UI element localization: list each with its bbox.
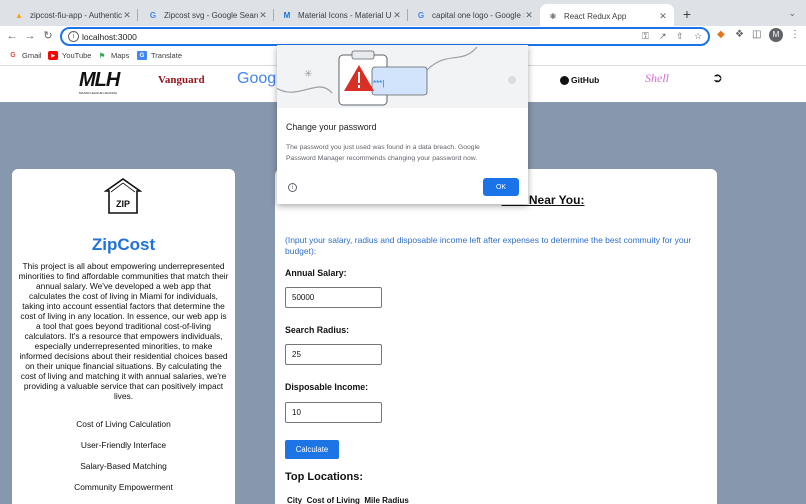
tab-zipcost-svg[interactable]: G Zipcost svg - Google Search ✕ [140,4,274,26]
ok-button[interactable]: OK [483,178,519,196]
zip-icon-text: ZIP [116,199,130,209]
bookmark-translate[interactable]: G Translate [137,51,182,60]
gmail-icon: G [10,52,16,59]
address-bar[interactable]: i ⚿ ↗ ⇧ ☆ [60,27,710,46]
logout-icon[interactable]: ➲ [712,70,723,86]
side-panel-icon[interactable]: ◫ [752,29,761,40]
close-icon[interactable]: ✕ [258,10,268,21]
bookmark-label: Gmail [22,51,42,60]
password-breach-dialog: ***| ✳ Change your password The password… [277,45,528,204]
avatar[interactable]: M [769,28,783,42]
chevron-down-icon[interactable]: ⌄ [788,8,796,19]
mlh-logo-text: MLH [79,69,120,91]
calculate-button[interactable]: Calculate [285,440,339,459]
bookmark-label: Maps [111,51,130,60]
youtube-icon: ▶ [48,51,58,60]
react-icon: ⚛ [549,11,557,21]
tab-capital-one[interactable]: G capital one logo - Google Sea ✕ [408,4,540,26]
key-icon[interactable]: ⚿ [642,31,649,42]
bookmark-label: Translate [151,51,182,60]
column-header-radius: Mile Radius [364,496,409,504]
about-text: This project is all about empowering und… [18,261,229,401]
mlh-logo-subtitle: MAJOR LEAGUE HACKING [79,91,118,95]
shell-logo: Shell [645,71,669,85]
new-tab-button[interactable]: + [680,6,694,22]
salary-label: Annual Salary: [285,268,347,278]
translate-icon: G [137,51,147,60]
url-input[interactable] [82,30,502,43]
bookmark-star-icon[interactable]: ☆ [694,31,702,42]
maps-icon: ⚑ [98,52,106,60]
dialog-body: The password you just used was found in … [286,144,480,162]
close-icon[interactable]: ✕ [658,11,668,22]
column-header-cost: Cost of Living [306,496,360,504]
tab-zipcost-auth[interactable]: ▲ zipcost-fiu-app - Authenticati ✕ [6,4,138,26]
material-ui-icon: M [283,10,291,20]
feature-item: User-Friendly Interface [80,440,167,450]
column-header-city: City [287,496,303,504]
reload-button[interactable]: ↻ [40,28,56,44]
radius-input[interactable] [285,344,382,365]
feature-item: Cost of Living Calculation [76,419,171,429]
tab-label: React Redux App [564,11,627,21]
github-logo-text: GitHub [571,75,600,85]
tab-material-icons[interactable]: M Material Icons - Material UI ✕ [274,4,408,26]
info-icon[interactable]: i [288,183,297,192]
tab-label: zipcost-fiu-app - Authenticati [30,10,122,20]
tab-strip: ▲ zipcost-fiu-app - Authenticati ✕ G Zip… [0,0,806,28]
tab-react-redux[interactable]: ⚛ React Redux App ✕ [540,4,674,28]
close-icon[interactable]: ✕ [392,10,402,21]
tab-label: Zipcost svg - Google Search [164,10,258,20]
calculator-card: ities Near You: (Input your salary, radi… [275,169,717,504]
masked-password: ***| [373,79,384,88]
salary-input[interactable] [285,287,382,308]
fire-icon: ▲ [15,10,23,20]
bookmark-youtube[interactable]: ▶ YouTube [48,51,91,60]
google-icon: G [417,10,425,20]
back-button[interactable]: ← [4,28,20,44]
vanguard-logo: Vanguard [158,74,205,86]
more-menu-icon[interactable]: ⋮ [790,29,800,40]
github-logo: GitHub [560,75,599,85]
extensions-icon[interactable]: ❖ [735,29,744,40]
forward-button[interactable]: → [22,28,38,44]
dialog-illustration: ***| ✳ [277,45,528,108]
google-icon: G [149,10,157,20]
close-icon[interactable]: ✕ [122,10,132,21]
feature-item: Salary-Based Matching [80,461,167,471]
bookmark-gmail[interactable]: G Gmail [8,51,42,60]
dialog-title: Change your password [286,122,377,132]
bookmark-maps[interactable]: ⚑ Maps [97,51,129,60]
browser-toolbar: ← → ↻ i ⚿ ↗ ⇧ ☆ ◆ ❖ ◫ M ⋮ [0,26,806,46]
instructions-text: (Input your salary, radius and disposabl… [285,235,692,256]
info-icon[interactable]: i [68,31,79,42]
radius-label: Search Radius: [285,325,350,335]
tab-label: capital one logo - Google Sea [432,10,524,20]
brand-title: ZipCost [91,235,156,254]
locations-table-header: City Cost of Living Mile Radius [287,496,409,504]
password-illustration: ***| ✳ [277,46,516,106]
github-icon [560,75,569,85]
svg-text:✳: ✳ [304,69,312,80]
income-input[interactable] [285,402,382,423]
close-icon[interactable]: ✕ [524,10,534,21]
bookmark-label: YouTube [62,51,92,60]
income-label: Disposable Income: [285,382,369,392]
top-locations-heading: Top Locations: [285,471,364,483]
zip-house-icon: ZIP [104,178,142,214]
share-icon[interactable]: ⇧ [676,31,684,42]
open-external-icon[interactable]: ↗ [659,31,667,42]
metamask-icon[interactable]: ◆ [717,29,725,40]
google-logo: Goog [237,70,277,87]
tab-label: Material Icons - Material UI [298,10,392,20]
mlh-logo: MLH MAJOR LEAGUE HACKING [79,69,120,95]
about-card: ZIP ZipCost This project is all about em… [12,169,235,504]
feature-item: Community Empowerment [74,482,173,492]
